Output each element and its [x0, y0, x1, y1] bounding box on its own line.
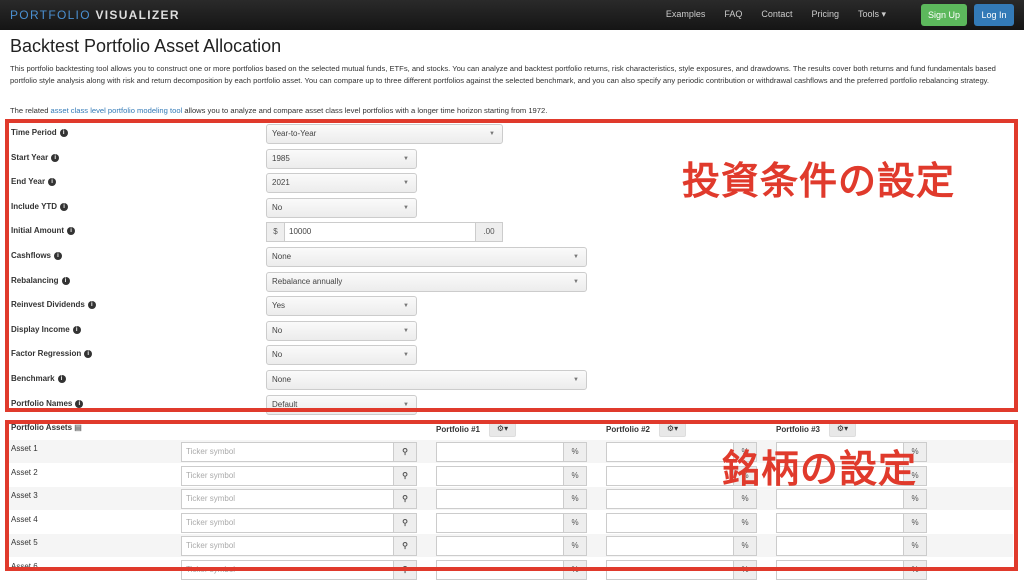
related-text: The related asset class level portfolio … [10, 106, 548, 115]
sign-up-button[interactable]: Sign Up [921, 4, 967, 26]
nav-link[interactable]: Examples [666, 9, 706, 20]
nav-link[interactable]: FAQ [724, 9, 742, 20]
brand-logo[interactable]: PORTFOLIO VISUALIZER [10, 8, 180, 22]
log-in-button[interactable]: Log In [974, 4, 1014, 26]
nav-link[interactable]: Contact [761, 9, 792, 20]
asset-class-tool-link[interactable]: asset class level portfolio modeling too… [51, 106, 183, 115]
navbar: PORTFOLIO VISUALIZER Examples FAQ Contact P… [0, 0, 1024, 30]
assets-annotation: 銘柄の設定 [722, 447, 918, 491]
intro-text: This portfolio backtesting tool allows y… [10, 64, 996, 85]
nav-link[interactable]: Pricing [811, 9, 839, 20]
nav-link[interactable]: Tools ▾ [858, 9, 886, 20]
settings-annotation: 投資条件の設定 [682, 159, 956, 203]
page-title: Backtest Portfolio Asset Allocation [10, 36, 282, 56]
